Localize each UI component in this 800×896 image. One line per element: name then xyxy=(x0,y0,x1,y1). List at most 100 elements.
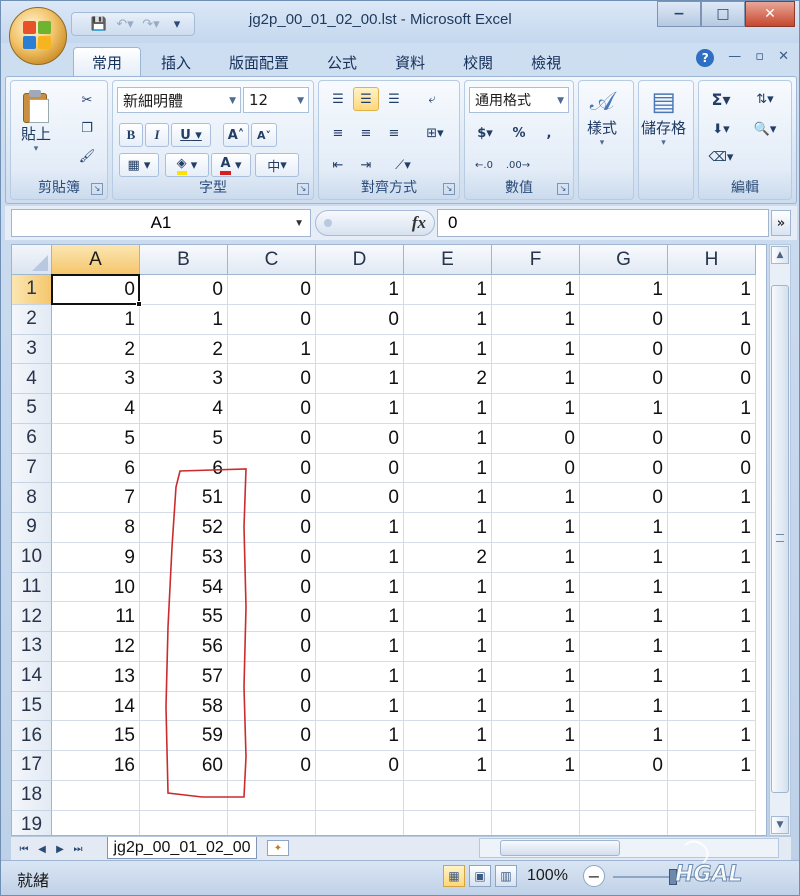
cell-h4[interactable]: 0 xyxy=(668,364,756,394)
cell-h9[interactable]: 1 xyxy=(668,513,756,543)
align-right-icon[interactable]: ≡ xyxy=(381,121,407,145)
cell-b9[interactable]: 52 xyxy=(140,513,228,543)
cell-a10[interactable]: 9 xyxy=(52,542,140,573)
cell-b18[interactable] xyxy=(140,780,228,811)
cell-b1[interactable]: 0 xyxy=(140,275,228,305)
cell-g5[interactable]: 1 xyxy=(580,394,668,424)
cell-g3[interactable]: 0 xyxy=(580,334,668,365)
cell-h19[interactable] xyxy=(668,810,756,835)
cell-f4[interactable]: 1 xyxy=(492,364,580,394)
fill-color-button[interactable]: ◈ ▾ xyxy=(165,153,209,177)
last-sheet-icon[interactable]: ⏭ xyxy=(71,841,85,857)
cell-c14[interactable]: 0 xyxy=(228,661,316,692)
row-header-15[interactable]: 15 xyxy=(12,691,52,722)
cell-g11[interactable]: 1 xyxy=(580,572,668,603)
wrap-text-icon[interactable]: ⤶ xyxy=(419,87,445,111)
zoom-level[interactable]: 100% xyxy=(527,867,568,885)
align-bottom-icon[interactable]: ☰ xyxy=(381,87,407,111)
expand-formula-bar-icon[interactable]: » xyxy=(771,210,791,236)
cell-g17[interactable]: 0 xyxy=(580,751,668,781)
cell-h17[interactable]: 1 xyxy=(668,751,756,781)
cell-e16[interactable]: 1 xyxy=(404,721,492,751)
cell-c11[interactable]: 0 xyxy=(228,572,316,603)
cell-e4[interactable]: 2 xyxy=(404,364,492,394)
cell-b3[interactable]: 2 xyxy=(140,334,228,365)
cell-e10[interactable]: 2 xyxy=(404,542,492,573)
merge-cells-icon[interactable]: ⊞▾ xyxy=(417,121,453,145)
fill-handle[interactable] xyxy=(136,300,142,307)
phonetic-button[interactable]: 中 ▾ xyxy=(255,153,299,177)
cell-g9[interactable]: 1 xyxy=(580,513,668,543)
row-header-5[interactable]: 5 xyxy=(12,394,52,424)
cell-b10[interactable]: 53 xyxy=(140,542,228,573)
cell-b14[interactable]: 57 xyxy=(140,661,228,692)
cell-d7[interactable]: 0 xyxy=(316,453,404,484)
cell-e3[interactable]: 1 xyxy=(404,334,492,365)
cell-d15[interactable]: 1 xyxy=(316,691,404,722)
cell-d16[interactable]: 1 xyxy=(316,721,404,751)
customize-qat-icon[interactable]: ▾ xyxy=(166,14,188,34)
cell-h1[interactable]: 1 xyxy=(668,275,756,305)
formula-splitter-icon[interactable] xyxy=(324,219,332,227)
cell-c3[interactable]: 1 xyxy=(228,334,316,365)
tab-review[interactable]: 校閱 xyxy=(445,47,511,77)
cell-c15[interactable]: 0 xyxy=(228,691,316,722)
row-header-6[interactable]: 6 xyxy=(12,423,52,454)
cell-h3[interactable]: 0 xyxy=(668,334,756,365)
cell-d19[interactable] xyxy=(316,810,404,835)
copy-icon[interactable]: ❐ xyxy=(75,117,99,139)
cell-c8[interactable]: 0 xyxy=(228,483,316,513)
cell-b13[interactable]: 56 xyxy=(140,632,228,662)
cell-h15[interactable]: 1 xyxy=(668,691,756,722)
cell-g16[interactable]: 1 xyxy=(580,721,668,751)
minimize-button[interactable]: − xyxy=(657,1,701,27)
undo-icon[interactable]: ↶▾ xyxy=(114,14,136,34)
cell-g2[interactable]: 0 xyxy=(580,304,668,335)
cell-a7[interactable]: 6 xyxy=(52,453,140,484)
cell-g12[interactable]: 1 xyxy=(580,602,668,632)
cell-h7[interactable]: 0 xyxy=(668,453,756,484)
page-break-view-icon[interactable]: ▥ xyxy=(495,865,517,887)
cell-e12[interactable]: 1 xyxy=(404,602,492,632)
insert-sheet-icon[interactable]: ✦ xyxy=(267,840,289,856)
decrease-indent-icon[interactable]: ⇤ xyxy=(325,153,351,177)
cell-a19[interactable] xyxy=(52,810,140,835)
ribbon-close-icon[interactable]: ✕ xyxy=(778,49,789,67)
cell-e8[interactable]: 1 xyxy=(404,483,492,513)
tab-page-layout[interactable]: 版面配置 xyxy=(211,47,307,77)
cell-f13[interactable]: 1 xyxy=(492,632,580,662)
cell-c18[interactable] xyxy=(228,780,316,811)
cell-f15[interactable]: 1 xyxy=(492,691,580,722)
row-header-4[interactable]: 4 xyxy=(12,364,52,394)
column-header-f[interactable]: F xyxy=(492,245,580,275)
horizontal-scroll-thumb[interactable] xyxy=(500,840,620,856)
cell-h8[interactable]: 1 xyxy=(668,483,756,513)
font-name-select[interactable]: 新細明體 ▼ xyxy=(117,87,241,113)
alignment-launcher-icon[interactable]: ↘ xyxy=(443,183,455,195)
tab-data[interactable]: 資料 xyxy=(377,47,443,77)
cell-f14[interactable]: 1 xyxy=(492,661,580,692)
cells-button[interactable]: ▤ 儲存格 ▾ xyxy=(641,87,686,148)
cell-b2[interactable]: 1 xyxy=(140,304,228,335)
cell-f7[interactable]: 0 xyxy=(492,453,580,484)
fill-icon[interactable]: ⬇▾ xyxy=(703,117,739,141)
tab-insert[interactable]: 插入 xyxy=(143,47,209,77)
cell-d9[interactable]: 1 xyxy=(316,513,404,543)
cell-b15[interactable]: 58 xyxy=(140,691,228,722)
column-header-g[interactable]: G xyxy=(580,245,668,275)
cell-e1[interactable]: 1 xyxy=(404,275,492,305)
cell-d6[interactable]: 0 xyxy=(316,423,404,454)
cell-g8[interactable]: 0 xyxy=(580,483,668,513)
font-launcher-icon[interactable]: ↘ xyxy=(297,183,309,195)
align-middle-icon[interactable]: ☰ xyxy=(353,87,379,111)
row-header-1[interactable]: 1 xyxy=(12,275,52,305)
cell-f16[interactable]: 1 xyxy=(492,721,580,751)
scroll-down-icon[interactable]: ▼ xyxy=(771,816,789,834)
cell-f11[interactable]: 1 xyxy=(492,572,580,603)
sort-filter-icon[interactable]: ⇅▾ xyxy=(745,87,785,111)
cell-a18[interactable] xyxy=(52,780,140,811)
first-sheet-icon[interactable]: ⏮ xyxy=(17,841,31,857)
paste-button[interactable]: 貼上 ▾ xyxy=(21,89,51,154)
cell-e17[interactable]: 1 xyxy=(404,751,492,781)
cell-g15[interactable]: 1 xyxy=(580,691,668,722)
